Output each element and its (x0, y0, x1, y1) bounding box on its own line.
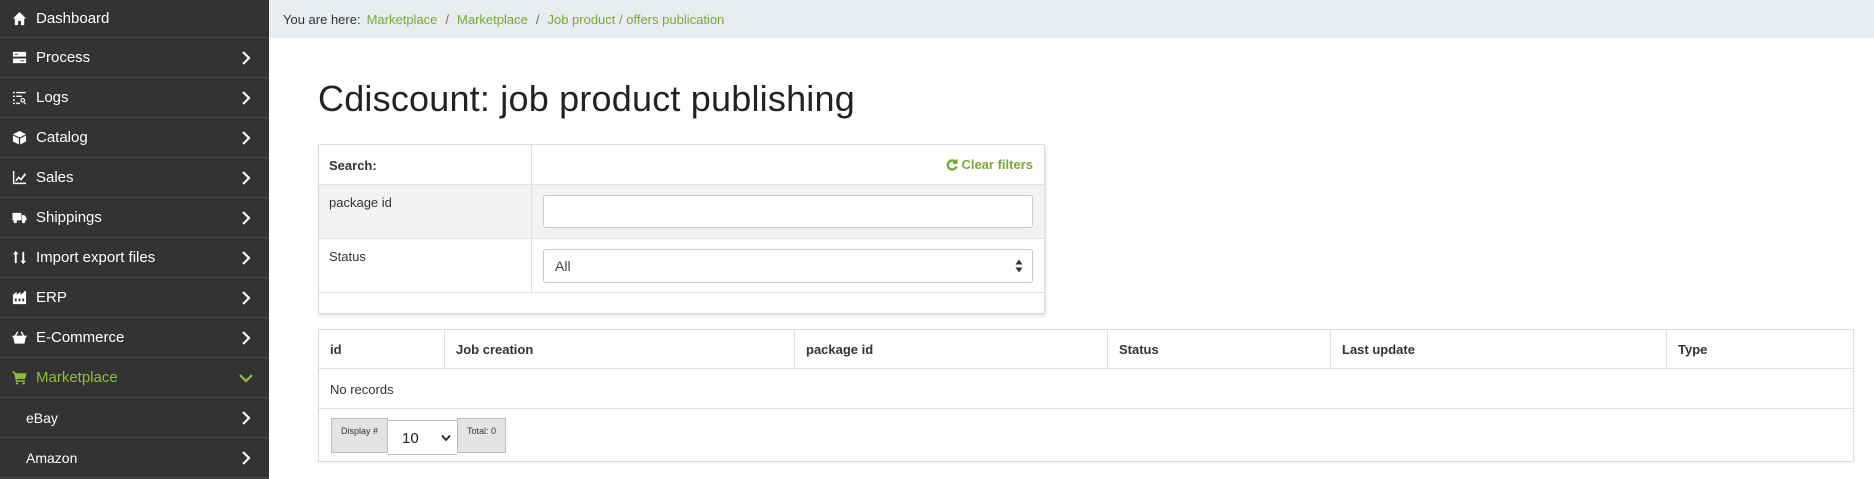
process-icon (11, 50, 27, 66)
chevron-right-icon (239, 171, 253, 185)
sidebar-item-sales[interactable]: Sales (0, 158, 269, 198)
clear-filters-label: Clear filters (961, 157, 1033, 172)
sidebar-item-label: Process (36, 49, 91, 66)
chevron-right-icon (239, 211, 253, 225)
package-id-label: package id (319, 185, 532, 238)
status-cell: All (532, 239, 1044, 292)
chevron-right-icon (239, 451, 253, 465)
truck-icon (11, 210, 27, 226)
chevron-right-icon (239, 331, 253, 345)
clear-filters-button[interactable]: Clear filters (946, 157, 1033, 172)
status-label: Status (319, 239, 532, 292)
page-title: Cdiscount: job product publishing (318, 78, 855, 119)
box-icon (11, 130, 27, 146)
sidebar-item-label: Logs (36, 89, 69, 106)
refresh-icon (947, 158, 959, 171)
breadcrumb-link-current[interactable]: Job product / offers publication (547, 12, 724, 27)
sidebar-item-catalog[interactable]: Catalog (0, 118, 269, 158)
chevron-right-icon (239, 251, 253, 265)
display-count-label: Display # (331, 418, 389, 453)
sidebar-item-label: ERP (36, 289, 67, 306)
column-header-job-creation[interactable]: Job creation (445, 330, 795, 369)
breadcrumb-link-marketplace[interactable]: Marketplace (367, 12, 438, 27)
sidebar-item-dashboard[interactable]: Dashboard (0, 0, 269, 38)
column-header-last-update[interactable]: Last update (1331, 330, 1667, 369)
filter-status-row: Status All (319, 239, 1044, 293)
column-header-status[interactable]: Status (1108, 330, 1331, 369)
package-id-input[interactable] (543, 195, 1033, 228)
sidebar-item-label: eBay (26, 409, 58, 426)
sidebar-item-amazon[interactable]: Amazon (0, 438, 269, 478)
home-icon (11, 11, 27, 27)
filter-search-row: Search: Clear filters (319, 145, 1044, 185)
chevron-down-icon (239, 371, 253, 385)
search-label: Search: (319, 145, 532, 184)
page-size-value: 10 (402, 430, 419, 447)
sidebar-item-ebay[interactable]: eBay (0, 398, 269, 438)
import-export-icon (11, 250, 27, 266)
chevron-right-icon (239, 131, 253, 145)
sidebar-item-marketplace[interactable]: Marketplace (0, 358, 269, 398)
chevron-right-icon (239, 291, 253, 305)
total-count: Total: 0 (457, 418, 507, 453)
breadcrumb: You are here: Marketplace / Marketplace … (269, 0, 1874, 38)
status-select-value: All (555, 258, 571, 274)
cart-icon (11, 370, 27, 386)
column-header-package-id[interactable]: package id (795, 330, 1108, 369)
chart-icon (11, 170, 27, 186)
sidebar-item-process[interactable]: Process (0, 38, 269, 78)
basket-icon (11, 330, 27, 346)
package-id-cell (532, 185, 1044, 238)
filter-panel: Search: Clear filters package id Status … (318, 144, 1045, 314)
erp-icon (11, 290, 27, 306)
sidebar-item-label: Catalog (36, 129, 88, 146)
column-header-type[interactable]: Type (1667, 330, 1853, 369)
sidebar-item-label: Sales (36, 169, 74, 186)
breadcrumb-separator: / (535, 11, 540, 27)
sidebar-item-label: Import export files (36, 249, 156, 266)
chevron-down-icon (441, 434, 451, 442)
search-header-cell: Clear filters (532, 145, 1044, 184)
chevron-right-icon (239, 51, 253, 65)
logs-icon (11, 90, 27, 106)
sidebar-item-label: Shippings (36, 209, 102, 226)
sidebar-item-label: Marketplace (36, 369, 118, 386)
column-header-id[interactable]: id (319, 330, 445, 369)
sidebar-item-shippings[interactable]: Shippings (0, 198, 269, 238)
page-size-select[interactable]: 10 (388, 420, 458, 455)
sidebar-item-erp[interactable]: ERP (0, 278, 269, 318)
results-table: id Job creation package id Status Last u… (318, 329, 1854, 462)
sidebar-item-ecommerce[interactable]: E-Commerce (0, 318, 269, 358)
status-select[interactable]: All (543, 249, 1033, 283)
sidebar-item-label: E-Commerce (36, 329, 125, 346)
table-header: id Job creation package id Status Last u… (319, 330, 1853, 369)
sidebar-item-label: Dashboard (36, 10, 110, 27)
sidebar-item-label: Amazon (26, 449, 78, 466)
empty-table-message: No records (319, 369, 1853, 409)
breadcrumb-separator: / (445, 11, 450, 27)
breadcrumb-link-marketplace-2[interactable]: Marketplace (457, 12, 528, 27)
sidebar-item-import-export[interactable]: Import export files (0, 238, 269, 278)
sidebar-item-logs[interactable]: Logs (0, 78, 269, 118)
chevron-right-icon (239, 91, 253, 105)
sort-arrows-icon (1015, 259, 1023, 273)
breadcrumb-prefix: You are here: (283, 11, 361, 27)
chevron-right-icon (239, 411, 253, 425)
pagination: Display # 10 Total: 0 (331, 418, 507, 455)
sidebar: Dashboard Process Logs Catalog Sales Shi… (0, 0, 269, 479)
filter-package-row: package id (319, 185, 1044, 239)
